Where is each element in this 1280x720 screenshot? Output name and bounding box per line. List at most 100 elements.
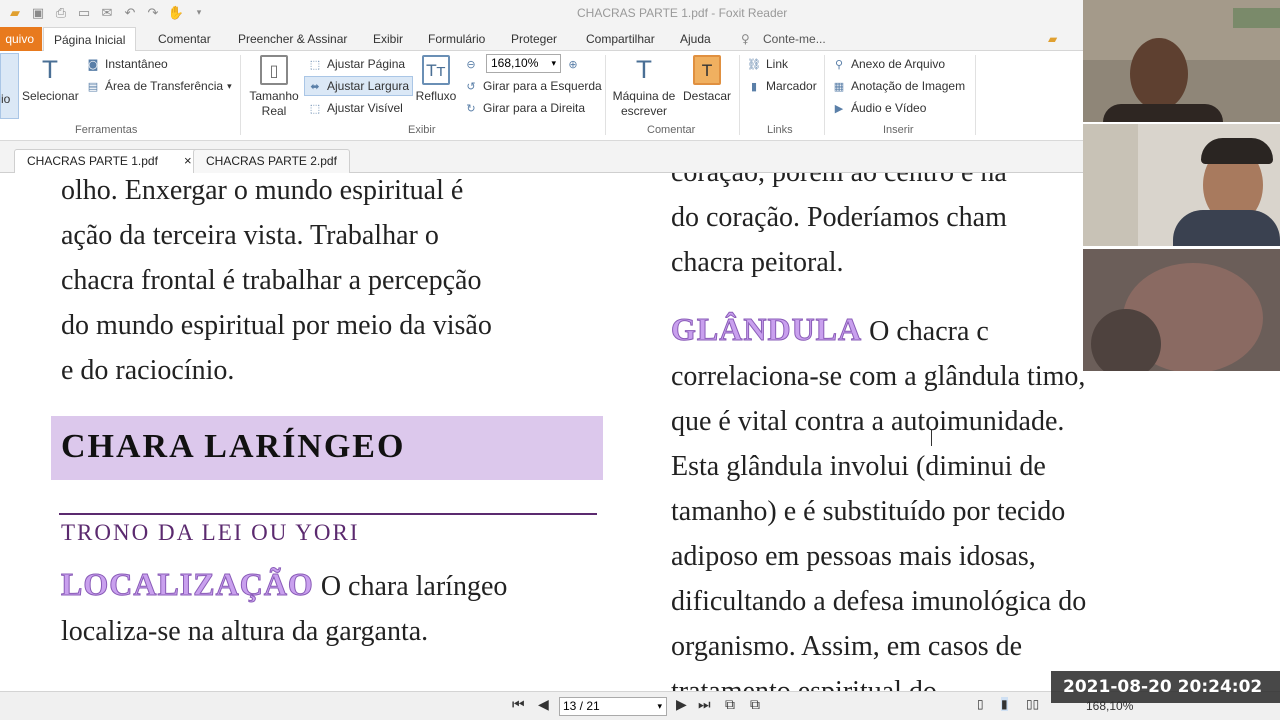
paperclip-icon: ⚲ <box>834 57 844 71</box>
open-folder-icon[interactable]: ▰ <box>6 4 24 22</box>
quick-access-toolbar: ▰ ▣ ⎙ ▭ ✉ ↶ ↷ ✋ ▾ <box>6 4 213 22</box>
zoom-out-button[interactable]: ⊖ <box>464 54 483 74</box>
tab-proteger[interactable]: Proteger <box>511 27 557 51</box>
rotate-left-button[interactable]: ↺ Girar para a Esquerda <box>464 76 601 96</box>
doc-tab-chacras-parte-1[interactable]: CHACRAS PARTE 1.pdf × <box>14 149 205 173</box>
webcam-tile-3 <box>1083 249 1280 371</box>
customize-toolbar-icon[interactable]: ▾ <box>190 4 208 22</box>
group-separator <box>824 55 825 135</box>
fit-page-button[interactable]: ⬚ Ajustar Página <box>308 54 405 74</box>
group-label-exibir: Exibir <box>408 124 436 136</box>
hand-tool-dropdown-icon[interactable]: ✋ <box>167 4 185 22</box>
select-tool-button[interactable]: T Selecionar <box>22 55 79 104</box>
clipboard-icon: ▤ <box>87 79 99 93</box>
zoom-in-button[interactable]: ⊕ <box>566 54 585 74</box>
actual-size-button[interactable]: ▯ Tamanho Real <box>246 55 302 119</box>
undo-icon[interactable]: ↶ <box>121 4 139 22</box>
highlight-icon: T <box>693 55 721 85</box>
section-subheading: TRONO DA LEI OU YORI <box>61 520 360 545</box>
tab-preencher-assinar[interactable]: Preencher & Assinar <box>238 27 347 51</box>
group-separator <box>240 55 241 135</box>
audio-video-button[interactable]: ▶ Áudio e Vídeo <box>832 98 927 118</box>
first-page-icon[interactable]: ⏮ <box>512 697 525 713</box>
fit-visible-icon: ⬚ <box>309 101 321 115</box>
text-cursor <box>931 430 938 446</box>
window-title: CHACRAS PARTE 1.pdf - Foxit Reader <box>577 6 788 20</box>
group-label-ferramentas: Ferramentas <box>75 124 138 136</box>
foxit-reader-window: ▰ ▣ ⎙ ▭ ✉ ↶ ↷ ✋ ▾ CHACRAS PARTE 1.pdf - … <box>0 0 1280 720</box>
hand-tool-button[interactable]: io <box>0 53 19 119</box>
group-separator <box>975 55 976 135</box>
chevron-down-icon: ▾ <box>551 58 556 68</box>
zoom-in-icon: ⊕ <box>568 57 578 71</box>
tab-formulario[interactable]: Formulário <box>428 27 485 51</box>
recording-timestamp: 2021-08-20 20:24:02 <box>1051 671 1280 703</box>
last-page-icon[interactable]: ⏭ <box>698 697 711 713</box>
link-icon: ⛓ <box>747 57 761 71</box>
lightbulb-icon: ♀ <box>741 32 750 46</box>
keyword-glandula: GLÂNDULA <box>670 311 863 348</box>
fit-page-icon: ⬚ <box>309 57 321 71</box>
close-icon[interactable]: × <box>184 153 192 168</box>
next-page-icon[interactable]: ▶ <box>676 697 687 713</box>
webcam-tile-2 <box>1083 124 1280 246</box>
email-icon[interactable]: ✉ <box>98 4 116 22</box>
properties-icon[interactable]: ▭ <box>75 4 93 22</box>
typewriter-icon: T <box>636 55 652 84</box>
zoom-out-icon: ⊖ <box>466 57 476 71</box>
text-cursor-icon: T <box>42 55 58 84</box>
camera-icon: ◙ <box>87 57 99 71</box>
text-line: e do raciocínio. <box>61 355 235 386</box>
group-label-inserir: Inserir <box>883 124 914 136</box>
reflow-icon: Tт <box>422 55 450 85</box>
file-attachment-button[interactable]: ⚲ Anexo de Arquivo <box>832 54 945 74</box>
tab-compartilhar[interactable]: Compartilhar <box>586 27 655 51</box>
page-icon: ▯ <box>260 55 288 85</box>
media-icon: ▶ <box>834 101 844 115</box>
link-button[interactable]: ⛓ Link <box>747 54 788 74</box>
reflow-button[interactable]: Tт Refluxo <box>414 55 458 104</box>
text-line: dificultando a defesa imunológica do <box>671 586 1087 617</box>
highlight-button[interactable]: T Destacar <box>682 55 732 104</box>
find-folder-icon[interactable]: ▰ <box>1048 27 1057 51</box>
tab-pagina-inicial[interactable]: Página Inicial <box>43 27 137 52</box>
image-annotation-button[interactable]: ▦ Anotação de Imagem <box>832 76 965 96</box>
chevron-down-icon: ▾ <box>227 80 232 91</box>
clipboard-button[interactable]: ▤ Área de Transferência ▾ <box>86 76 232 96</box>
tab-ajuda[interactable]: Ajuda <box>680 27 711 51</box>
text-line: olho. Enxergar o mundo espiritual é <box>61 175 464 206</box>
fit-width-button[interactable]: ⬌ Ajustar Largura <box>304 76 414 96</box>
redo-icon[interactable]: ↷ <box>144 4 162 22</box>
tab-comentar[interactable]: Comentar <box>158 27 211 51</box>
tell-me-search[interactable]: Conte-me... <box>763 27 826 51</box>
next-view-icon[interactable]: ⧉ <box>750 697 760 713</box>
page-number-input[interactable]: 13 / 21 ▾ <box>559 697 667 716</box>
webcam-tile-1 <box>1083 0 1280 122</box>
snapshot-button[interactable]: ◙ Instantâneo <box>86 54 168 74</box>
keyword-localizacao: LOCALIZAÇÃO <box>61 566 314 603</box>
text-line: tamanho) e é substituído por tecido <box>671 496 1066 527</box>
save-icon[interactable]: ▣ <box>29 4 47 22</box>
zoom-level-select[interactable]: 168,10% ▾ <box>486 54 561 73</box>
fit-visible-button[interactable]: ⬚ Ajustar Visível <box>308 98 403 118</box>
tab-arquivo[interactable]: quivo <box>0 27 42 51</box>
rotate-right-icon: ↻ <box>466 101 476 115</box>
text-line: adiposo em pessoas mais idosas, <box>671 541 1036 572</box>
previous-page-icon[interactable]: ◀ <box>538 697 549 713</box>
chevron-down-icon: ▾ <box>657 701 662 711</box>
rotate-right-button[interactable]: ↻ Girar para a Direita <box>464 98 585 118</box>
typewriter-button[interactable]: T Máquina de escrever <box>612 55 676 119</box>
tab-exibir[interactable]: Exibir <box>373 27 403 51</box>
facing-page-icon[interactable]: ▯▯ <box>1026 697 1039 711</box>
group-separator <box>605 55 606 135</box>
print-icon[interactable]: ⎙ <box>52 4 70 22</box>
bookmark-icon: ▮ <box>750 79 758 93</box>
image-icon: ▦ <box>833 79 845 93</box>
text-line: do mundo espiritual por meio da visão <box>61 310 492 341</box>
continuous-page-icon[interactable]: ▮ <box>1001 697 1008 711</box>
doc-tab-chacras-parte-2[interactable]: CHACRAS PARTE 2.pdf <box>193 149 350 173</box>
single-page-icon[interactable]: ▯ <box>977 697 984 711</box>
bookmark-button[interactable]: ▮ Marcador <box>747 76 817 96</box>
previous-view-icon[interactable]: ⧉ <box>725 697 735 713</box>
text-line: ação da terceira vista. Trabalhar o <box>61 220 439 251</box>
